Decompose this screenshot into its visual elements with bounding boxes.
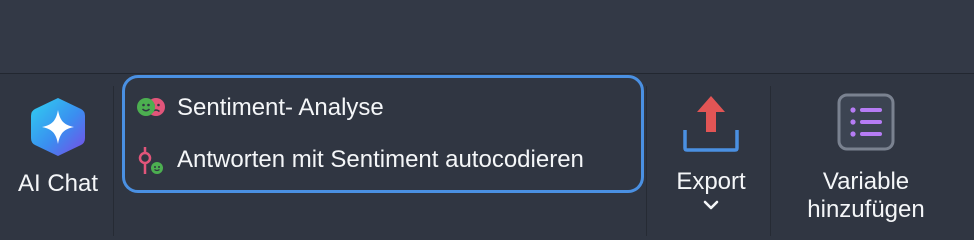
list-variable-icon — [836, 92, 896, 154]
upload-export-icon — [681, 92, 741, 154]
toolbar-separator — [113, 86, 114, 236]
sentiment-autocode-icon — [135, 144, 167, 176]
add-variable-button[interactable]: Variable hinzufügen — [786, 92, 946, 224]
ai-sparkle-icon — [27, 96, 89, 158]
ai-chat-button[interactable]: AI Chat — [6, 96, 110, 198]
export-button[interactable]: Export — [656, 92, 766, 217]
autocode-sentiment-item[interactable]: Antworten mit Sentiment autocodieren — [135, 144, 584, 176]
toolbar-separator — [646, 86, 647, 236]
toolbar-separator — [770, 86, 771, 236]
sentiment-analysis-label: Sentiment- Analyse — [177, 94, 384, 121]
add-variable-label: Variable hinzufügen — [807, 168, 925, 223]
export-label: Export — [676, 168, 746, 195]
chevron-down-icon[interactable] — [701, 198, 721, 217]
ai-chat-label: AI Chat — [17, 170, 99, 197]
sentiment-analysis-item[interactable]: Sentiment- Analyse — [135, 92, 384, 124]
autocode-sentiment-label: Antworten mit Sentiment autocodieren — [177, 146, 584, 173]
sentiment-faces-icon — [135, 92, 167, 124]
sentiment-group: Sentiment- Analyse Antworten mit Sentime… — [122, 75, 644, 193]
ribbon-top-area — [0, 0, 974, 74]
